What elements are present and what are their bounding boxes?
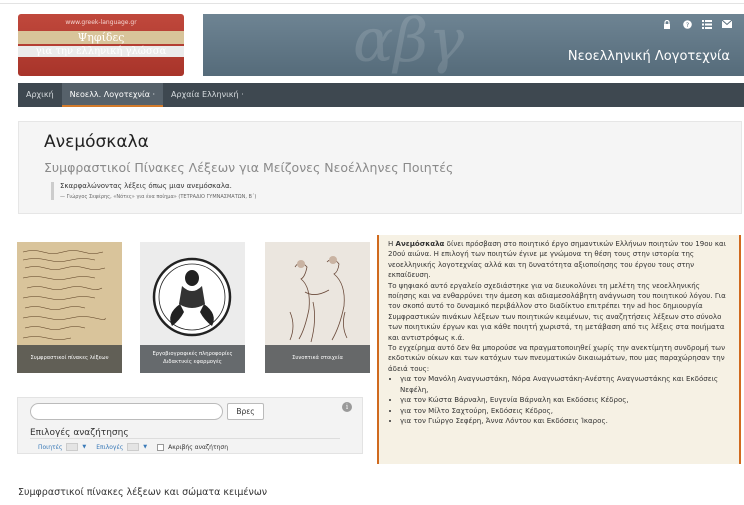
epigraph-text: Σκαρφαλώνοντας λέξεις όπως μιαν ανεμόσκα… [60, 182, 232, 190]
list-icon[interactable] [702, 20, 712, 29]
description-panel: Η Ανεμόσκαλα δίνει πρόσβαση στο ποιητικό… [377, 235, 741, 464]
site-logo[interactable]: www.greek-language.gr Ψηφίδες για την ελ… [18, 14, 184, 76]
header-banner: αβγ ? Νεοελληνική Λογοτεχνία [203, 14, 744, 76]
lock-icon[interactable] [662, 19, 672, 29]
section-heading: Συμφραστικοί πίνακες λέξεων και σώματα κ… [18, 487, 268, 498]
search-options-title[interactable]: Επιλογές αναζήτησης [30, 428, 340, 439]
header-icons: ? [662, 19, 733, 29]
panel-paragraph-3: Το εγχείρημα αυτό δεν θα μπορούσε να πρα… [388, 343, 726, 373]
list-item: για τον Γιώργο Σεφέρη, Άννα Λόντου και Ε… [400, 416, 730, 426]
info-icon[interactable]: i [342, 402, 352, 412]
search-button[interactable]: Βρες [227, 403, 264, 420]
tile-biographical[interactable]: Εργοβιογραφικές πληροφορίες Διδακτικές ε… [140, 242, 245, 373]
page-header: Ανεμόσκαλα Συμφραστικοί Πίνακες Λέξεων γ… [18, 121, 742, 214]
search-options-row: Ποιητές ▼ Επιλογές ▼ Ακριβής αναζήτηση [38, 443, 228, 451]
exact-search-checkbox[interactable] [157, 443, 165, 451]
poets-label: Ποιητές [38, 443, 63, 451]
list-item: για τον Κώστα Βάρναλη, Ευγενία Βάρναλη κ… [400, 395, 730, 405]
tile-caption: Συνοπτικά στοιχεία [265, 345, 370, 373]
tile-caption: Συμφραστικοί πίνακες λέξεων [17, 345, 122, 373]
rights-list: για τον Μανόλη Αναγνωστάκη, Νόρα Αναγνωσ… [400, 374, 730, 426]
logo-title: Ψηφίδες [18, 31, 184, 44]
help-icon[interactable]: ? [682, 20, 692, 29]
chevron-down-icon[interactable]: ▼ [143, 444, 147, 450]
choices-dropdown[interactable] [127, 443, 140, 451]
exact-search-label: Ακριβής αναζήτηση [168, 443, 228, 451]
list-item: για τον Μίλτο Σαχτούρη, Εκδόσεις Κέδρος, [400, 406, 730, 416]
mail-icon[interactable] [721, 19, 733, 29]
nav-item-home[interactable]: Αρχική [18, 83, 62, 107]
logo-subtitle: για την ελληνική γλώσσα [18, 46, 184, 57]
tile-concordance[interactable]: Συμφραστικοί πίνακες λέξεων [17, 242, 122, 373]
panel-paragraph-2: Το ψηφιακό αυτό εργαλείο σχεδιάστηκε για… [388, 280, 726, 342]
choices-label: Επιλογές [96, 443, 124, 451]
epigraph-source: — Γιώργος Σεφέρης, «Νότες» για ένα ποίημ… [60, 194, 257, 200]
epigraph: Σκαρφαλώνοντας λέξεις όπως μιαν ανεμόσκα… [51, 182, 256, 200]
top-rule [0, 0, 744, 4]
search-input[interactable] [30, 403, 223, 420]
chevron-down-icon[interactable]: ▼ [82, 444, 86, 450]
product-name: Ανεμόσκαλα [395, 239, 445, 248]
banner-watermark: αβγ [353, 14, 465, 76]
list-item: για τον Μανόλη Αναγνωστάκη, Νόρα Αναγνωσ… [400, 374, 730, 395]
page-subtitle: Συμφραστικοί Πίνακες Λέξεων για Μείζονες… [44, 160, 454, 175]
section-title: Νεοελληνική Λογοτεχνία [567, 49, 730, 64]
panel-intro: Η Ανεμόσκαλα δίνει πρόσβαση στο ποιητικό… [388, 239, 727, 280]
nav-item-ancient-greek[interactable]: Αρχαία Ελληνική · [163, 83, 252, 107]
tile-caption: Εργοβιογραφικές πληροφορίες Διδακτικές ε… [140, 345, 245, 373]
main-nav: Αρχική Νεοελλ. Λογοτεχνία · Αρχαία Ελλην… [18, 83, 744, 107]
logo-url: www.greek-language.gr [65, 19, 137, 26]
nav-item-modern-literature[interactable]: Νεοελλ. Λογοτεχνία · [61, 83, 164, 107]
tile-summary[interactable]: Συνοπτικά στοιχεία [265, 242, 370, 373]
poets-dropdown[interactable] [66, 443, 79, 451]
page-title: Ανεμόσκαλα [44, 132, 149, 152]
search-panel: Βρες i Επιλογές αναζήτησης Ποιητές ▼ Επι… [17, 397, 363, 454]
svg-text:?: ? [685, 21, 688, 29]
